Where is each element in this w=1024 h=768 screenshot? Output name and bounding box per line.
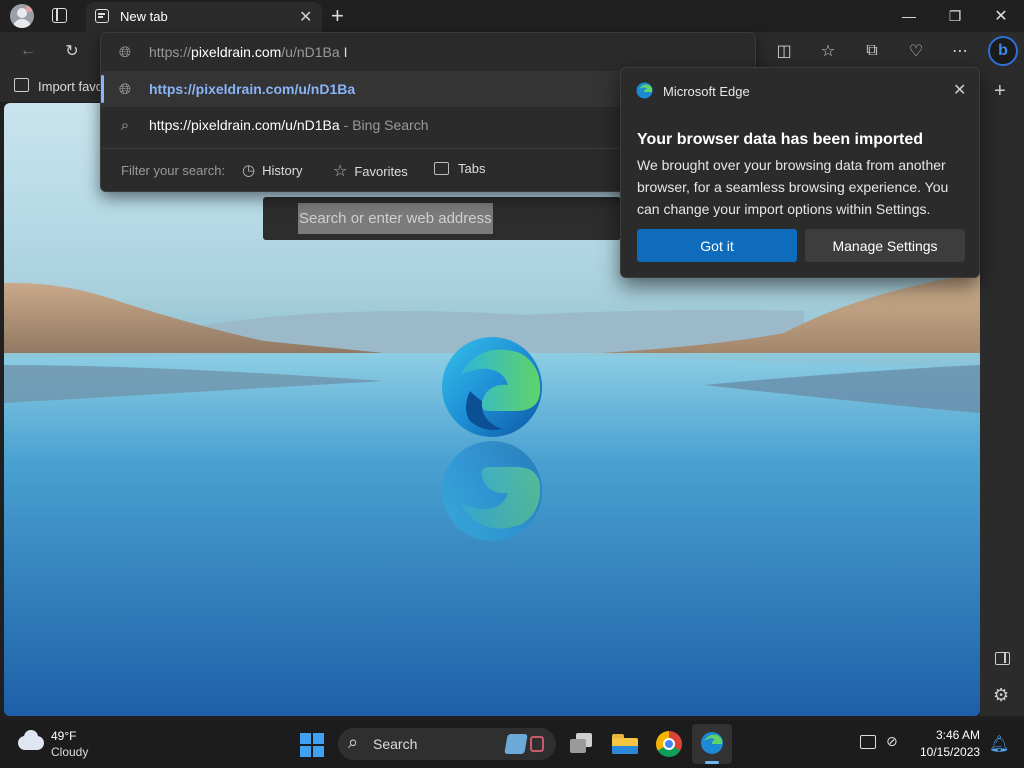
popup-heading: Your browser data has been imported bbox=[637, 131, 923, 148]
new-tab-button[interactable]: + bbox=[331, 3, 344, 29]
taskbar-search-icon: ⌕ bbox=[348, 732, 359, 752]
add-sidebar-app-icon[interactable]: + bbox=[994, 80, 1006, 103]
star-icon: ☆ bbox=[333, 163, 348, 180]
refresh-icon[interactable]: ↻ bbox=[60, 40, 84, 62]
address-domain: pixeldrain.com bbox=[191, 44, 282, 60]
import-notification-popup: Microsoft Edge ✕ Your browser data has b… bbox=[620, 67, 980, 278]
title-bar: New tab ✕ + — ❐ ✕ bbox=[0, 0, 1024, 32]
tab-title: New tab bbox=[120, 9, 168, 24]
project-display-icon[interactable] bbox=[860, 735, 876, 749]
split-screen-icon[interactable]: ◫ bbox=[772, 40, 796, 62]
sidebar-settings-icon[interactable]: ⚙ bbox=[993, 685, 1009, 706]
taskbar: 49°F Cloudy ⌕ Search ⊘ 3:46 AM 10/15/202… bbox=[0, 720, 1024, 768]
taskbar-search-label: Search bbox=[373, 736, 418, 752]
new-tab-page-icon bbox=[95, 9, 109, 23]
page-search-box[interactable]: Search or enter web address bbox=[263, 197, 621, 240]
import-favorites-link[interactable]: Import favo bbox=[38, 79, 103, 94]
got-it-button[interactable]: Got it bbox=[637, 229, 797, 262]
popup-close-icon[interactable]: ✕ bbox=[953, 80, 966, 100]
tabs-icon bbox=[434, 162, 449, 175]
task-view-icon[interactable] bbox=[570, 733, 594, 755]
edge-taskbar-button[interactable] bbox=[692, 724, 732, 764]
browser-essentials-icon[interactable]: ♡ bbox=[904, 40, 928, 62]
filter-tabs-label: Tabs bbox=[458, 161, 486, 176]
tab-new-tab[interactable]: New tab ✕ bbox=[86, 2, 322, 32]
favorites-icon[interactable]: ☆ bbox=[816, 40, 840, 62]
address-prefix: https:// bbox=[149, 44, 192, 60]
filter-favorites[interactable]: ☆ Favorites bbox=[333, 161, 408, 181]
file-explorer-icon[interactable] bbox=[612, 732, 638, 754]
page-search-placeholder: Search or enter web address bbox=[299, 210, 492, 227]
tab-actions-icon[interactable] bbox=[52, 8, 67, 23]
copilot-icon[interactable]: b bbox=[988, 36, 1018, 66]
start-button[interactable] bbox=[300, 733, 324, 757]
taskbar-search-box[interactable]: ⌕ Search bbox=[338, 728, 556, 760]
search-suggestion-query: https://pixeldrain.com/u/nD1Ba bbox=[149, 117, 340, 133]
weather-desc: Cloudy bbox=[51, 745, 89, 759]
search-icon: ⌕ bbox=[120, 116, 130, 134]
search-highlight-icon bbox=[504, 734, 528, 754]
restore-button[interactable]: ❐ bbox=[932, 0, 978, 32]
text-cursor-icon: I bbox=[343, 44, 348, 60]
right-sidebar: + ⚙ bbox=[980, 70, 1024, 716]
globe-icon: 🌐︎ bbox=[118, 43, 131, 61]
edge-logo-reflection bbox=[442, 441, 542, 541]
back-icon[interactable]: ← bbox=[16, 40, 40, 62]
weather-widget[interactable]: 49°F Cloudy bbox=[16, 728, 106, 760]
suggestion-url: https://pixeldrain.com/u/nD1Ba bbox=[149, 81, 356, 97]
manage-settings-button[interactable]: Manage Settings bbox=[805, 229, 965, 262]
import-icon bbox=[14, 78, 29, 92]
selection-indicator bbox=[101, 75, 104, 103]
collections-icon[interactable]: ⧉ bbox=[860, 40, 884, 62]
filter-history[interactable]: ◷ History bbox=[242, 161, 303, 179]
popup-app-name: Microsoft Edge bbox=[663, 84, 750, 99]
hide-sidebar-icon[interactable] bbox=[995, 652, 1010, 665]
filter-history-label: History bbox=[262, 162, 303, 178]
clock-time[interactable]: 3:46 AM bbox=[936, 728, 980, 742]
network-disconnected-icon[interactable]: ⊘ bbox=[886, 733, 898, 750]
more-menu-icon[interactable]: ⋯ bbox=[948, 40, 972, 62]
edge-logo-icon bbox=[442, 337, 542, 437]
profile-avatar[interactable] bbox=[10, 4, 34, 28]
notification-bell-icon[interactable]: 🔔︎ bbox=[989, 734, 1009, 754]
filter-tabs[interactable]: Tabs bbox=[434, 161, 485, 176]
edge-taskbar-icon bbox=[701, 732, 723, 754]
search-suggestion-suffix: - Bing Search bbox=[343, 117, 429, 133]
filter-label: Filter your search: bbox=[121, 163, 226, 178]
filter-favorites-label: Favorites bbox=[354, 163, 408, 179]
globe-icon: 🌐︎ bbox=[118, 80, 131, 98]
address-input-row[interactable]: 🌐︎ https://pixeldrain.com/u/nD1Ba I bbox=[101, 34, 755, 70]
close-tab-icon[interactable]: ✕ bbox=[299, 7, 312, 27]
close-window-button[interactable]: ✕ bbox=[978, 0, 1024, 32]
popup-body: We brought over your browsing data from … bbox=[637, 157, 949, 217]
history-icon: ◷ bbox=[242, 162, 256, 179]
edge-icon bbox=[636, 82, 653, 99]
chrome-icon[interactable] bbox=[656, 731, 682, 757]
minimize-button[interactable]: — bbox=[886, 0, 932, 32]
weather-temp: 49°F bbox=[51, 729, 77, 743]
address-path: /u/nD1Ba bbox=[281, 44, 340, 60]
clock-date[interactable]: 10/15/2023 bbox=[920, 745, 980, 759]
